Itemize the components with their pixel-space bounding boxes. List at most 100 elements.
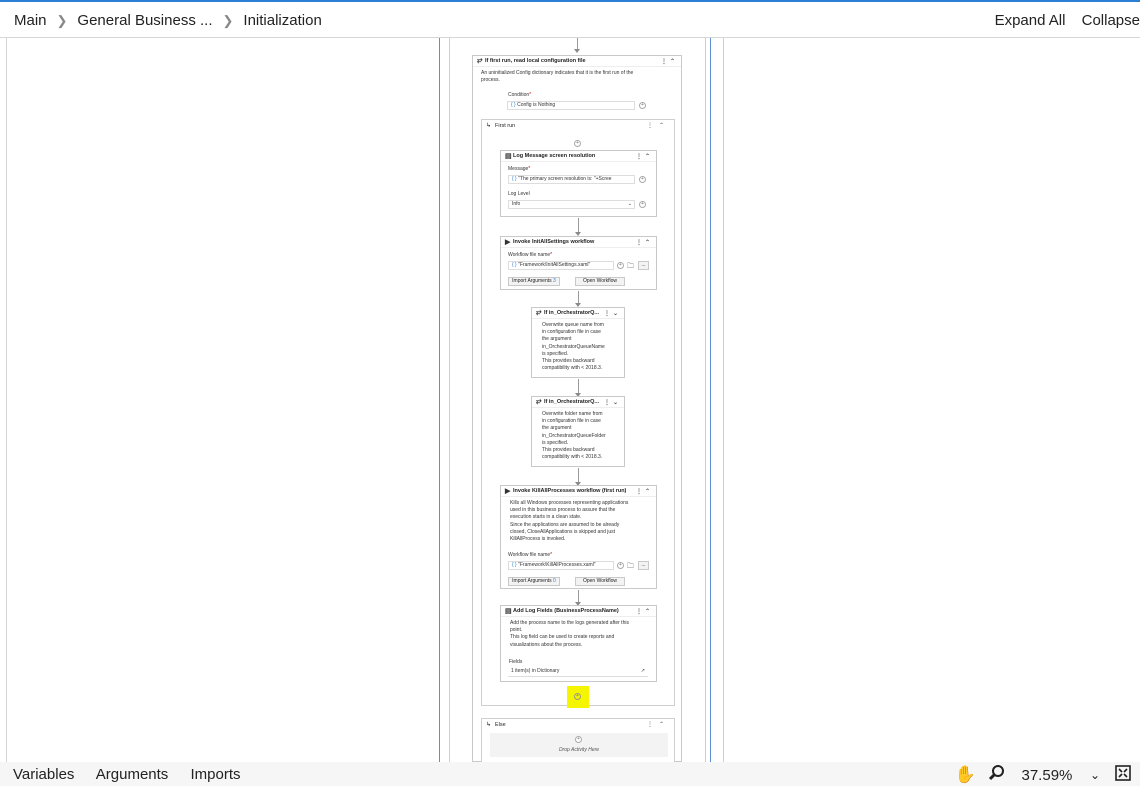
collapse-all-button[interactable]: Collapse [1082, 12, 1140, 29]
log-fields-icon: ▤ [505, 608, 512, 615]
breadcrumb-general-business[interactable]: General Business ... [77, 12, 212, 29]
invoke-kill-activity[interactable]: ▶ Invoke KillAllProcesses workflow (firs… [500, 485, 657, 589]
annotation-text: Overwrite folder name from in configurati… [542, 411, 606, 461]
sequence-title: First run [495, 122, 516, 129]
workflow-file-label: Workflow file name* [508, 252, 553, 258]
arguments-tab[interactable]: Arguments [96, 766, 169, 783]
chevron-right-icon: ❯ [222, 12, 234, 28]
workflow-file-field[interactable]: { } "Framework\KillAllProcesses.xaml" [508, 561, 614, 570]
if-queue-activity[interactable]: ⥂ If in_OrchestratorQ... ⋮⌄ Overwrite qu… [531, 307, 625, 378]
menu-collapse-icons[interactable]: ⋮⌃ [636, 488, 653, 495]
menu-collapse-icons[interactable]: ⋮⌃ [647, 122, 670, 129]
menu-collapse-icons[interactable]: ⋮⌃ [636, 153, 653, 160]
menu-collapse-icons[interactable]: ⋮⌃ [661, 58, 678, 65]
condition-label: Condition* [508, 92, 532, 98]
open-workflow-button[interactable]: Open Workflow [575, 277, 625, 286]
annotation-text: Kills all Windows processes representing… [510, 500, 629, 543]
add-activity-icon[interactable]: + [574, 693, 581, 700]
menu-collapse-icons[interactable]: ⋮⌃ [647, 721, 670, 728]
condition-field[interactable]: { } Config is Nothing [507, 101, 635, 110]
activity-header[interactable]: ▤ Add Log Fields (BusinessProcessName) ⋮… [501, 606, 656, 617]
sequence-icon: ↳ [486, 123, 492, 129]
menu-expand-icons[interactable]: ⋮⌄ [604, 310, 621, 317]
if-header[interactable]: ⥂ If first run, read local configuration… [473, 56, 681, 67]
drop-zone[interactable]: + Drop Activity Here [490, 733, 668, 757]
play-icon: ▶ [505, 239, 511, 246]
add-log-fields-activity[interactable]: ▤ Add Log Fields (BusinessProcessName) ⋮… [500, 605, 657, 682]
activity-title: Invoke KillAllProcesses workflow (first … [513, 488, 627, 494]
ellipsis-button[interactable]: ... [638, 261, 649, 270]
breadcrumb-main[interactable]: Main [14, 12, 47, 29]
designer-header: Main ❯ General Business ... ❯ Initializa… [0, 0, 1140, 38]
expand-all-button[interactable]: Expand All [995, 12, 1066, 29]
magnifier-icon[interactable] [988, 764, 1006, 786]
zoom-level[interactable]: 37.59% [1012, 767, 1082, 784]
activity-header[interactable]: ▶ Invoke KillAllProcesses workflow (firs… [501, 486, 656, 497]
invoke-init-activity[interactable]: ▶ Invoke InitAllSettings workflow ⋮⌃ Wor… [500, 236, 657, 290]
annotation-line: An uninitialized Config dictionary indic… [481, 70, 634, 76]
if-branch-icon: ⥂ [477, 57, 483, 64]
breadcrumb-initialization[interactable]: Initialization [243, 12, 321, 29]
workflow-file-field[interactable]: { } "Framework\InitAllSettings.xaml" [508, 261, 614, 270]
add-activity-icon[interactable]: + [574, 140, 581, 147]
hand-pan-icon[interactable]: ✋ [955, 765, 976, 785]
activity-header[interactable]: ▤ Log Message screen resolution ⋮⌃ [501, 151, 656, 162]
add-activity-icon[interactable]: + [575, 736, 582, 743]
outer-sequence-line [705, 38, 706, 762]
folder-icon[interactable]: 🗀 [627, 262, 634, 273]
outer-sequence-line [439, 38, 440, 762]
activity-title: If in_OrchestratorQ... [544, 310, 600, 316]
drop-point-highlight[interactable]: + [567, 686, 589, 708]
menu-collapse-icons[interactable]: ⋮⌃ [636, 239, 653, 246]
fields-label: Fields [509, 659, 523, 665]
if-branch-icon: ⥂ [536, 309, 542, 316]
sequence-header[interactable]: ↳ First run ⋮⌃ [482, 120, 674, 131]
activity-header[interactable]: ⥂ If in_OrchestratorQ... ⋮⌄ [532, 397, 624, 408]
breadcrumb: Main ❯ General Business ... ❯ Initializa… [14, 12, 322, 29]
message-label: Message* [508, 166, 531, 172]
plus-icon[interactable]: + [617, 562, 624, 569]
message-field[interactable]: { } "The primary screen resolution is: "… [508, 175, 635, 184]
log-icon: ▤ [505, 153, 512, 160]
log-message-activity[interactable]: ▤ Log Message screen resolution ⋮⌃ Messa… [500, 150, 657, 217]
folder-icon[interactable]: 🗀 [627, 562, 634, 573]
annotation-text: Add the process name to the logs generat… [510, 620, 629, 648]
menu-collapse-icons[interactable]: ⋮⌃ [636, 608, 653, 615]
open-workflow-button[interactable]: Open Workflow [575, 577, 625, 586]
fit-to-screen-icon[interactable] [1114, 764, 1132, 786]
if-activity-first-run[interactable]: ⥂ If first run, read local configuration… [472, 55, 682, 762]
import-arguments-button[interactable]: Import Arguments 0 [508, 577, 560, 586]
plus-icon[interactable]: + [639, 176, 646, 183]
plus-icon[interactable]: + [639, 201, 646, 208]
log-level-label: Log Level [508, 191, 530, 197]
sequence-header[interactable]: ↳ Else ⋮⌃ [482, 719, 674, 730]
workflow-file-label: Workflow file name* [508, 552, 553, 558]
annotation-text: An uninitialized Config dictionary indic… [481, 70, 633, 84]
plus-icon[interactable]: + [639, 102, 646, 109]
imports-tab[interactable]: Imports [190, 766, 240, 783]
import-arguments-button[interactable]: Import Arguments 3 [508, 277, 560, 286]
arrow-head-icon [574, 49, 580, 53]
annotation-text: Overwrite queue name from in configuratio… [542, 322, 605, 372]
play-icon: ▶ [505, 488, 511, 495]
sequence-else[interactable]: ↳ Else ⋮⌃ + Drop Activity Here [481, 718, 675, 762]
log-level-select[interactable]: Info ⌄ [508, 200, 635, 209]
chevron-down-icon[interactable]: ⌄ [1090, 768, 1100, 782]
activity-header[interactable]: ▶ Invoke InitAllSettings workflow ⋮⌃ [501, 237, 656, 248]
outer-sequence-line [449, 38, 450, 762]
fields-value[interactable]: 1 item(s) in Dictionary ↗ [508, 668, 648, 677]
workflow-canvas[interactable]: ⥂ If first run, read local configuration… [7, 38, 1140, 762]
activity-title: If first run, read local configuration f… [485, 58, 586, 64]
menu-expand-icons[interactable]: ⋮⌄ [604, 399, 621, 406]
if-folder-activity[interactable]: ⥂ If in_OrchestratorQ... ⋮⌄ Overwrite fo… [531, 396, 625, 467]
variables-tab[interactable]: Variables [13, 766, 74, 783]
sequence-first-run[interactable]: ↳ First run ⋮⌃ + ▤ Log Message screen re… [481, 119, 675, 708]
plus-icon[interactable]: + [617, 262, 624, 269]
expand-icon: ↗ [640, 668, 645, 674]
activity-title: Log Message screen resolution [513, 153, 596, 159]
activity-header[interactable]: ⥂ If in_OrchestratorQ... ⋮⌄ [532, 308, 624, 319]
ellipsis-button[interactable]: ... [638, 561, 649, 570]
outer-sequence-line [710, 38, 711, 762]
sequence-icon: ↳ [486, 722, 492, 728]
if-branch-icon: ⥂ [536, 398, 542, 405]
